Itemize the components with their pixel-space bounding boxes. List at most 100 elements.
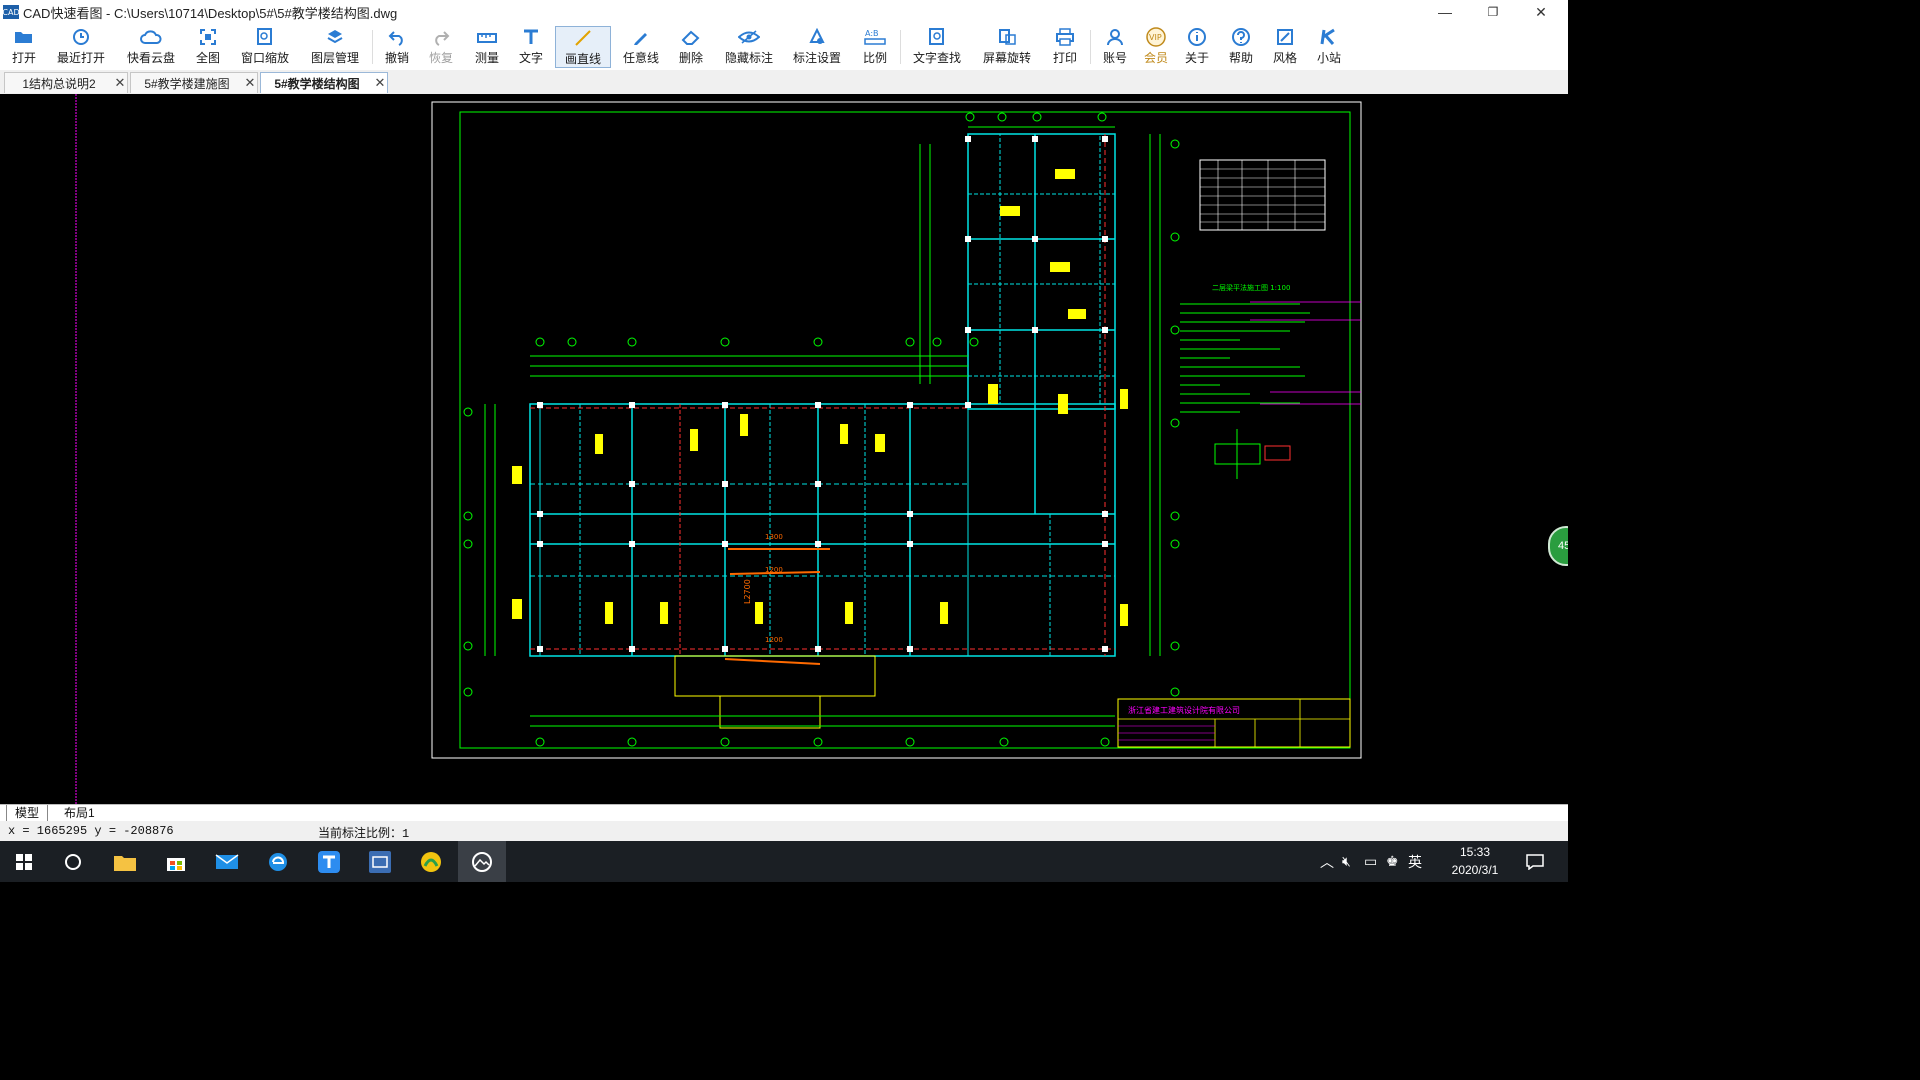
draw-line-button[interactable]: 画直线: [555, 26, 611, 68]
taskbar-edge[interactable]: [254, 841, 302, 882]
text-search-button[interactable]: 文字查找: [908, 26, 966, 68]
volume-muted-icon[interactable]: 🔇︎: [1342, 853, 1364, 870]
taskbar-cad-viewer[interactable]: [356, 841, 404, 882]
recent-button[interactable]: 最近打开: [52, 26, 110, 68]
cortana-icon: [65, 853, 81, 870]
tab-model[interactable]: 模型: [6, 805, 49, 822]
ime-indicator[interactable]: 英: [1408, 852, 1430, 872]
undo-button[interactable]: 撤销: [380, 26, 414, 68]
zoom-icon: [256, 26, 274, 48]
taskbar-store[interactable]: [152, 841, 200, 882]
settings-icon: [808, 26, 826, 48]
taskbar-photos[interactable]: [458, 841, 506, 882]
notifications-button[interactable]: [1512, 841, 1558, 882]
minimize-button[interactable]: —: [1422, 0, 1468, 24]
redo-icon: [432, 26, 450, 48]
taskbar-mail[interactable]: [203, 841, 251, 882]
redo-button[interactable]: 恢复: [424, 26, 458, 68]
taskbar-explorer[interactable]: [101, 841, 149, 882]
close-icon[interactable]: ✕: [113, 75, 127, 91]
search-button[interactable]: [49, 841, 97, 882]
eye-hidden-icon: [738, 26, 760, 48]
account-button[interactable]: 账号: [1098, 26, 1132, 68]
os-taskbar: ︿ 🔇︎ ▭ ♚ 英 15:33 2020/3/1: [0, 841, 1568, 882]
floor-plan: [512, 133, 1128, 729]
info-icon: [1187, 26, 1207, 48]
axis-bubbles: [463, 112, 1180, 747]
cloud-button[interactable]: 快看云盘: [122, 26, 180, 68]
design-notes: 二层梁平法施工图 1:100: [1180, 283, 1361, 479]
freehand-button[interactable]: 任意线: [618, 26, 664, 68]
maximize-button[interactable]: ❐: [1470, 0, 1516, 24]
screen-rotate-button[interactable]: 屏幕旋转: [976, 26, 1038, 68]
chevron-up-icon[interactable]: ︿: [1320, 852, 1338, 872]
clock-time: 15:33: [1459, 845, 1491, 859]
hide-dimension-button[interactable]: 隐藏标注: [720, 26, 778, 68]
pencil-icon: [632, 26, 650, 48]
notification-icon: [1526, 853, 1544, 870]
text-button[interactable]: 文字: [514, 26, 548, 68]
delete-button[interactable]: 删除: [674, 26, 708, 68]
user-icon: [1106, 26, 1124, 48]
rebar-schedule-table: [1199, 159, 1326, 231]
taskbar-t-app[interactable]: [305, 841, 353, 882]
svg-text:A:B: A:B: [865, 29, 879, 38]
fit-view-button[interactable]: 全图: [190, 26, 226, 68]
user-tray-icon[interactable]: ♚: [1386, 853, 1408, 870]
cloud-icon: [140, 26, 162, 48]
folder-icon: [14, 26, 34, 48]
network-icon[interactable]: ▭: [1364, 853, 1386, 870]
store-icon: [167, 857, 185, 871]
style-button[interactable]: 风格: [1268, 26, 1302, 68]
toolbar-divider: [372, 30, 373, 64]
dimension-settings-button[interactable]: 标注设置: [788, 26, 846, 68]
sheet-frame: [459, 111, 1351, 749]
taskbar-app-yellow[interactable]: [407, 841, 455, 882]
photos-icon: [472, 851, 492, 872]
clock[interactable]: 15:33 2020/3/1: [1440, 843, 1510, 879]
dimension-lines: [484, 126, 1161, 727]
open-button[interactable]: 打开: [4, 26, 44, 68]
tab-structure-drawing[interactable]: 5#教学楼结构图 ✕: [260, 72, 388, 93]
vip-button[interactable]: VIP 会员: [1140, 26, 1172, 68]
svg-text:VIP: VIP: [1149, 33, 1162, 42]
tab-layout1[interactable]: 布局1: [56, 805, 103, 821]
tab-structure-notes[interactable]: 1结构总说明2 ✕: [4, 72, 128, 93]
about-button[interactable]: 关于: [1180, 26, 1214, 68]
main-toolbar: 打开 最近打开 快看云盘 全图 窗口缩放 图层管理 撤销 恢复 测量 文字 画直…: [0, 24, 1568, 71]
drawing-canvas[interactable]: 二层梁平法施工图 1:100 浙江省建工建筑设计院有限公司 1300 1200 …: [0, 94, 1568, 804]
close-icon[interactable]: ✕: [243, 75, 257, 91]
dim-label: L2700: [743, 579, 752, 604]
close-button[interactable]: ✕: [1518, 0, 1564, 24]
site-button[interactable]: 小站: [1312, 26, 1346, 68]
start-button[interactable]: [0, 841, 48, 882]
toolbar-divider: [900, 30, 901, 64]
text-t-icon: [522, 26, 540, 48]
app-logo: CAD: [2, 5, 20, 19]
close-icon[interactable]: ✕: [373, 75, 387, 91]
window-zoom-button[interactable]: 窗口缩放: [236, 26, 294, 68]
print-button[interactable]: 打印: [1048, 26, 1082, 68]
edge-icon: [269, 852, 287, 871]
status-bar: x = 1665295 y = -208876 当前标注比例：1: [0, 821, 1568, 841]
dimension-scale-status: 当前标注比例：1: [318, 827, 410, 841]
k-logo-icon: [1320, 26, 1338, 48]
line-icon: [573, 27, 593, 49]
undo-icon: [388, 26, 406, 48]
window-title: CAD快速看图 - C:\Users\10714\Desktop\5#\5#教学…: [23, 5, 398, 21]
scale-button[interactable]: A:B 比例: [858, 26, 892, 68]
eraser-icon: [681, 26, 701, 48]
cad-drawing: 二层梁平法施工图 1:100 浙江省建工建筑设计院有限公司 1300 1200 …: [75, 94, 1362, 804]
notes-title: 二层梁平法施工图 1:100: [1212, 283, 1290, 292]
clock-icon: [71, 26, 91, 48]
layer-manager-button[interactable]: 图层管理: [306, 26, 364, 68]
app-round-icon: [421, 851, 441, 872]
help-button[interactable]: 帮助: [1224, 26, 1258, 68]
measure-button[interactable]: 测量: [470, 26, 504, 68]
layout-tab-bar: 模型 布局1: [0, 804, 1568, 822]
cad-app-icon: [369, 850, 391, 873]
vip-icon: VIP: [1145, 26, 1167, 48]
dim-label: 1200: [765, 636, 783, 644]
sheet-border: [431, 101, 1362, 759]
tab-architecture-drawing[interactable]: 5#教学楼建施图 ✕: [130, 72, 258, 93]
